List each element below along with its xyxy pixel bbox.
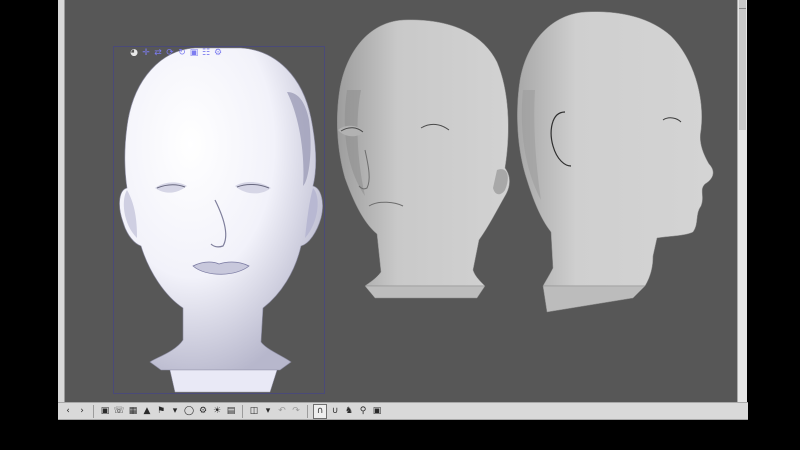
pan-icon[interactable]: ⇄	[153, 48, 163, 58]
lock-icon[interactable]: ▣	[371, 405, 383, 418]
fit-view-icon[interactable]: ▦	[127, 405, 139, 418]
toolbar-divider	[242, 404, 243, 418]
undo-icon[interactable]: ↶	[276, 405, 288, 418]
pin-icon[interactable]: ⚲	[357, 405, 369, 418]
selection-box	[113, 46, 325, 394]
camera-group: ▣ ☏ ▦ ▲ ⚑ ▾ ◯ ⚙ ☀ ▤	[99, 405, 237, 418]
left-panel-edge	[58, 0, 65, 450]
settings-icon[interactable]: ⚙	[197, 405, 209, 418]
animal-icon[interactable]: ♞	[343, 405, 355, 418]
chevron-right-icon[interactable]: ›	[76, 405, 88, 418]
toolbar-divider	[307, 404, 308, 418]
scrollbar-thumb[interactable]	[739, 0, 746, 130]
head-model-profile[interactable]	[517, 11, 714, 313]
layout-dropdown-icon[interactable]: ▾	[262, 405, 274, 418]
object-list-icon[interactable]: ☷	[201, 48, 211, 58]
layout-icon[interactable]: ▾	[169, 405, 181, 418]
3d-canvas[interactable]: ◕ ✛ ⇄ ⟳ ↻ ▣ ☷ ⚙	[65, 0, 737, 402]
bottom-toolbar: ‹ › ▣ ☏ ▦ ▲ ⚑ ▾ ◯ ⚙ ☀ ▤ ◫ ▾ ↶ ↷ ∩ ∪ ♞ ⚲ …	[58, 402, 748, 420]
floor-icon[interactable]: ▲	[141, 405, 153, 418]
nav-group: ‹ ›	[62, 405, 88, 418]
rotate-icon[interactable]: ◯	[183, 405, 195, 418]
reset-camera-icon[interactable]: ☏	[113, 405, 125, 418]
scrollbar-tick	[739, 8, 746, 9]
rotate-x-icon[interactable]: ⟳	[165, 48, 175, 58]
rotate-y-icon[interactable]: ↻	[177, 48, 187, 58]
view-icon[interactable]: ◫	[248, 405, 260, 418]
camera-rotate-icon[interactable]: ◕	[129, 48, 139, 58]
outer-frame-bottom	[58, 420, 748, 450]
scale-icon[interactable]: ▣	[189, 48, 199, 58]
move-icon[interactable]: ✛	[141, 48, 151, 58]
redo-icon[interactable]: ↷	[290, 405, 302, 418]
frame-icon[interactable]: ▤	[225, 405, 237, 418]
outer-frame-left	[0, 0, 58, 450]
vertical-scrollbar[interactable]	[737, 0, 747, 402]
view-group: ◫ ▾ ↶ ↷	[248, 405, 302, 418]
camera-icon[interactable]: ▣	[99, 405, 111, 418]
outer-frame-right	[748, 0, 800, 450]
object-manipulator-toolbar: ◕ ✛ ⇄ ⟳ ↻ ▣ ☷ ⚙	[129, 46, 223, 60]
toolbar-divider	[93, 404, 94, 418]
chevron-left-icon[interactable]: ‹	[62, 405, 74, 418]
head-model-three-quarter[interactable]	[337, 19, 510, 299]
edit-pose-icon[interactable]: ⚑	[155, 405, 167, 418]
gear-icon[interactable]: ⚙	[213, 48, 223, 58]
magnet-icon[interactable]: ∩	[313, 403, 327, 419]
light-icon[interactable]: ☀	[211, 405, 223, 418]
pose-group: ∩ ∪ ♞ ⚲ ▣	[313, 403, 383, 419]
pose-icon[interactable]: ∪	[329, 405, 341, 418]
